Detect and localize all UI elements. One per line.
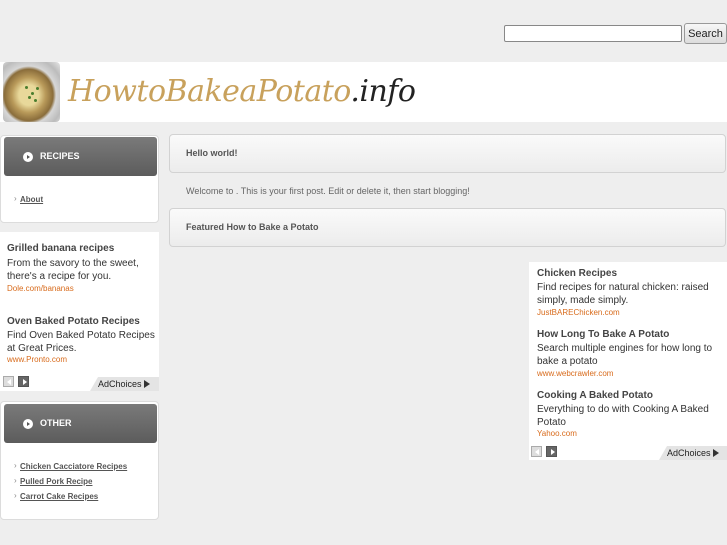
adchoices-link[interactable]: AdChoices [659, 446, 727, 460]
ad-description: From the savory to the sweet, there's a … [7, 258, 139, 282]
arrow-bullet-icon [23, 152, 33, 162]
recipes-panel-header: RECIPES [4, 137, 157, 176]
recipes-panel-title: RECIPES [40, 151, 80, 161]
site-logo-tld: .info [350, 74, 416, 109]
adchoices-label: AdChoices [98, 379, 142, 389]
arrow-bullet-icon [23, 419, 33, 429]
sidebar-link-chicken-cacciatore[interactable]: Chicken Cacciatore Recipes [14, 461, 127, 471]
ad-title[interactable]: Cooking A Baked Potato [537, 390, 653, 401]
search-button[interactable]: Search [684, 23, 727, 44]
ad-url[interactable]: JustBAREChicken.com [537, 308, 620, 317]
adchoices-link[interactable]: AdChoices [90, 377, 159, 391]
recipes-panel: RECIPES About [0, 135, 159, 223]
adchoices-icon [712, 449, 719, 457]
other-panel-title: OTHER [40, 418, 72, 428]
ad-url[interactable]: www.Pronto.com [7, 355, 67, 364]
site-logo-link[interactable]: HowtoBakeaPotato.info [68, 74, 416, 109]
ad-title[interactable]: Oven Baked Potato Recipes [7, 316, 140, 327]
post-box-featured: Featured How to Bake a Potato [169, 208, 726, 247]
sidebar-link-pulled-pork[interactable]: Pulled Pork Recipe [14, 476, 93, 486]
site-header: HowtoBakeaPotato.info [0, 62, 727, 122]
sidebar-link-carrot-cake[interactable]: Carrot Cake Recipes [14, 491, 98, 501]
search-input[interactable] [504, 25, 682, 42]
ad-url[interactable]: Dole.com/bananas [7, 284, 74, 293]
site-logo-name: HowtoBakeaPotato [68, 74, 351, 109]
ad-next-arrow-icon[interactable] [546, 446, 557, 457]
post-body: Welcome to . This is your first post. Ed… [186, 186, 470, 196]
ad-description: Find Oven Baked Potato Recipes at Great … [7, 330, 155, 354]
other-panel: OTHER Chicken Cacciatore Recipes Pulled … [0, 401, 159, 520]
other-panel-header: OTHER [4, 404, 157, 443]
ad-description: Search multiple engines for how long to … [537, 343, 713, 367]
ad-description: Find recipes for natural chicken: raised… [537, 282, 709, 306]
post-box-hello-world: Hello world! [169, 134, 726, 173]
ad-title[interactable]: How Long To Bake A Potato [537, 329, 669, 340]
left-ad-block: Grilled banana recipes From the savory t… [0, 232, 159, 391]
ad-prev-arrow-icon[interactable] [3, 376, 14, 387]
post-title[interactable]: Featured How to Bake a Potato [186, 222, 319, 232]
ad-title[interactable]: Grilled banana recipes [7, 243, 114, 254]
ad-url[interactable]: Yahoo.com [537, 429, 577, 438]
post-title[interactable]: Hello world! [186, 148, 238, 158]
ad-description: Everything to do with Cooking A Baked Po… [537, 404, 709, 428]
sidebar-link-about[interactable]: About [14, 194, 43, 204]
adchoices-icon [143, 380, 150, 388]
right-ad-block: Chicken Recipes Find recipes for natural… [529, 262, 727, 460]
ad-title[interactable]: Chicken Recipes [537, 268, 617, 279]
ad-url[interactable]: www.webcrawler.com [537, 369, 613, 378]
baked-potato-logo-image[interactable] [3, 62, 60, 122]
adchoices-label: AdChoices [667, 448, 711, 458]
ad-next-arrow-icon[interactable] [18, 376, 29, 387]
ad-prev-arrow-icon[interactable] [531, 446, 542, 457]
